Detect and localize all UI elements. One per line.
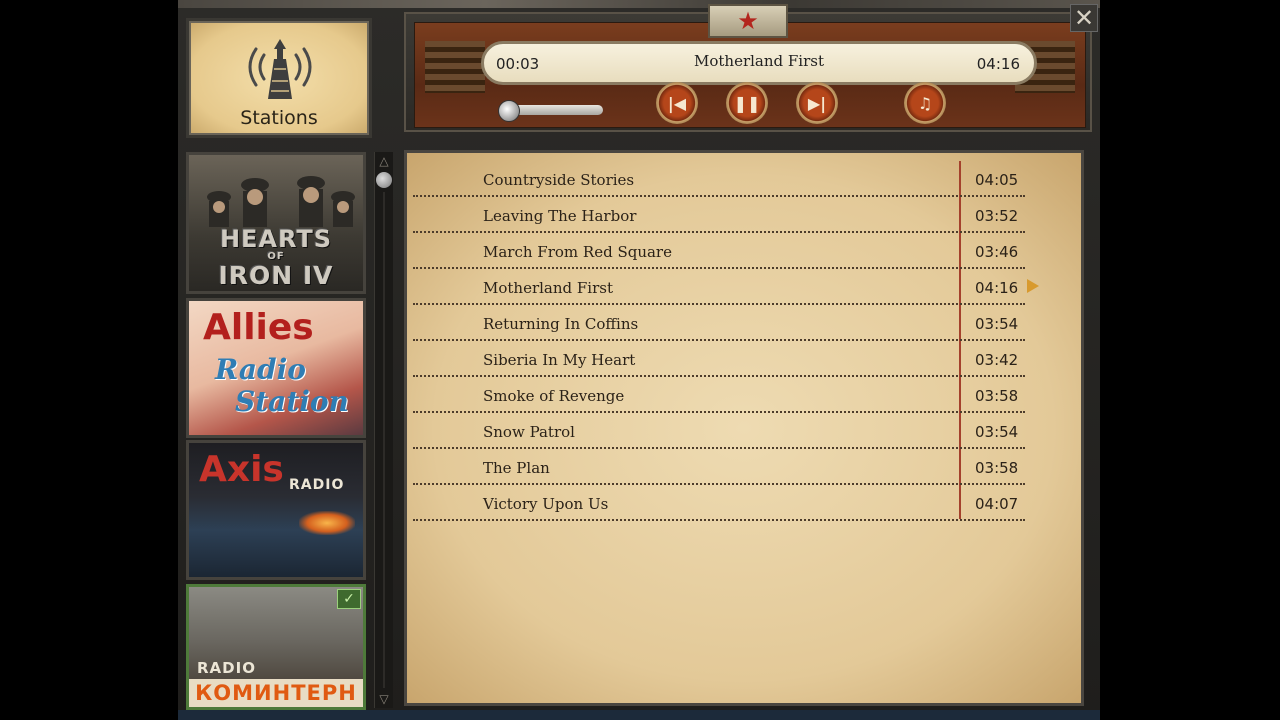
track-progress-bar[interactable]: 00:03 Motherland First 04:16 [481,41,1037,85]
stations-button[interactable]: Stations [186,18,372,138]
station-hearts-of-iron-iv[interactable]: HEARTS OF IRON IV [186,152,366,294]
now-playing-arrow-icon [1027,279,1039,293]
track-row[interactable]: Victory Upon Us 04:07 [413,485,1025,521]
track-title: Motherland First [483,279,613,297]
track-row[interactable]: Leaving The Harbor 03:52 [413,197,1025,233]
track-row[interactable]: Smoke of Revenge 03:58 [413,377,1025,413]
station-allies-radio[interactable]: Allies Radio Station [186,298,366,438]
track-row-now-playing[interactable]: Motherland First 04:16 [413,269,1025,305]
track-title: Countryside Stories [483,171,635,189]
track-title: Smoke of Revenge [483,387,625,405]
station-radio-komintern[interactable]: ✓ RADIO КОМИНТЕРН [186,584,366,710]
station-axis-radio[interactable]: Axis RADIO [186,440,366,580]
track-duration: 03:54 [975,423,1019,441]
star-icon: ★ [737,7,759,35]
window-top-border [178,0,1100,8]
track-duration: 04:05 [975,171,1019,189]
track-title: Siberia In My Heart [483,351,636,369]
scroll-rail [383,192,385,688]
next-track-icon: ▶| [807,93,827,113]
track-duration: 04:16 [975,279,1019,297]
axis-radio-label: RADIO [289,477,345,493]
track-duration: 03:58 [975,459,1019,477]
track-row[interactable]: Returning In Coffins 03:54 [413,305,1025,341]
komintern-radio-label: RADIO [197,659,256,677]
track-title: Victory Upon Us [483,495,609,513]
track-duration: 03:52 [975,207,1019,225]
station-scrollbar[interactable]: △ ▽ [374,152,393,708]
allies-title: Allies [203,307,314,348]
playlist-panel: Countryside Stories 04:05 Leaving The Ha… [404,150,1084,706]
hoi-title-line1: HEARTS [219,225,333,253]
track-duration: 03:58 [975,387,1019,405]
now-playing-title: Motherland First [694,52,824,70]
allies-radio-label: Radio [215,353,306,386]
favorite-tab[interactable]: ★ [708,4,788,38]
volume-slider[interactable] [498,100,603,122]
allies-station-label: Station [235,385,349,418]
pause-icon: ❚❚ [733,93,761,113]
close-button[interactable]: ✕ [1070,4,1098,32]
track-title: Snow Patrol [483,423,575,441]
track-duration: 03:46 [975,243,1019,261]
officers-illustration [207,176,355,227]
komintern-title: КОМИНТЕРН [189,679,363,707]
track-title: March From Red Square [483,243,672,261]
track-duration: 04:07 [975,495,1019,513]
explosion-illustration [299,511,355,535]
track-row[interactable]: The Plan 03:58 [413,449,1025,485]
music-note-icon: ♫ [917,93,933,113]
axis-title: Axis [199,449,284,490]
track-duration: 03:42 [975,351,1019,369]
decor-stripes-left [425,41,485,93]
scroll-down-icon[interactable]: ▽ [377,692,391,706]
track-row[interactable]: Snow Patrol 03:54 [413,413,1025,449]
radio-tower-icon [248,39,312,99]
scroll-up-icon[interactable]: △ [377,154,391,168]
music-note-button[interactable]: ♫ [904,82,946,124]
total-time: 04:16 [976,55,1020,73]
track-row[interactable]: March From Red Square 03:46 [413,233,1025,269]
previous-track-icon: |◀ [667,93,687,113]
track-title: Returning In Coffins [483,315,639,333]
pause-button[interactable]: ❚❚ [726,82,768,124]
previous-button[interactable]: |◀ [656,82,698,124]
stations-label: Stations [240,107,318,129]
volume-knob[interactable] [498,100,521,122]
next-button[interactable]: ▶| [796,82,838,124]
scroll-thumb[interactable] [376,172,392,188]
track-duration: 03:54 [975,315,1019,333]
close-icon: ✕ [1073,4,1095,32]
track-row[interactable]: Countryside Stories 04:05 [413,161,1025,197]
track-title: The Plan [483,459,550,477]
hoi-title-line3: IRON IV [218,261,334,290]
track-row[interactable]: Siberia In My Heart 03:42 [413,341,1025,377]
window-bottom-border [178,710,1100,720]
selected-check-icon: ✓ [337,589,361,609]
track-title: Leaving The Harbor [483,207,637,225]
